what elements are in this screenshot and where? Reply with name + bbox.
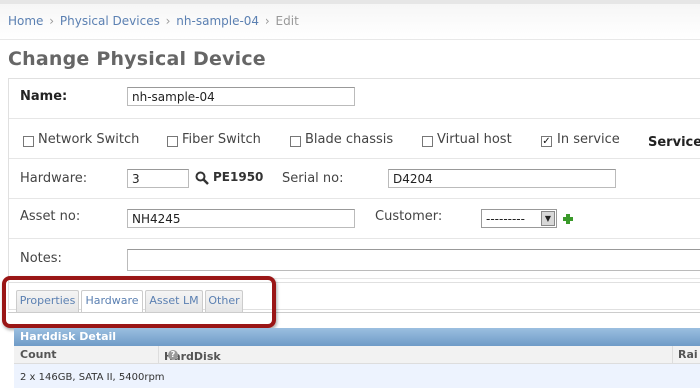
column-divider [158,346,159,364]
notes-label: Notes: [20,251,62,266]
service-label: Service [648,135,700,150]
fiber-switch-checkbox[interactable] [167,136,178,147]
breadcrumb-current: Edit [275,14,299,28]
breadcrumb-separator: › [165,14,171,28]
tabs-highlight-annotation [2,276,276,328]
asset-input[interactable]: NH4245 [127,209,355,228]
hardware-label: Hardware: [20,171,88,186]
breadcrumb-separator: › [49,14,55,28]
network-switch-checkbox[interactable] [23,136,34,147]
in-service-checkbox[interactable]: ✓ [541,136,552,147]
plus-icon[interactable] [563,214,573,224]
network-switch-label: Network Switch [38,132,140,147]
hardware-row: Hardware: 3 PE1950 Serial no: D4204 [9,159,700,199]
breadcrumb-object[interactable]: nh-sample-04 [176,14,259,28]
name-input[interactable]: nh-sample-04 [127,87,355,106]
customer-label: Customer: [375,209,443,224]
flags-row: Network Switch Fiber Switch Blade chassi… [9,119,700,159]
serial-input[interactable]: D4204 [388,169,616,188]
blade-chassis-label: Blade chassis [305,132,394,147]
virtual-host-label: Virtual host [437,132,512,147]
customer-select[interactable]: --------- ▼ [481,209,557,228]
column-divider [672,346,673,364]
hardware-input[interactable]: 3 [127,169,189,188]
name-label: Name: [20,89,68,104]
virtual-host-checkbox[interactable] [422,136,433,147]
notes-textarea[interactable] [127,249,700,271]
page-title: Change Physical Device [8,48,266,70]
hardware-lookup-text: PE1950 [213,170,264,184]
notes-row: Notes: [9,239,700,279]
breadcrumb: Home › Physical Devices › nh-sample-04 ›… [0,0,700,40]
in-service-label: In service [557,132,620,147]
blade-chassis-checkbox[interactable] [290,136,301,147]
help-icon: ? [168,350,178,360]
name-row: Name: nh-sample-04 [9,79,700,119]
serial-label: Serial no: [282,171,344,186]
breadcrumb-home[interactable]: Home [8,14,43,28]
harddisk-section-header: Harddisk Detail [14,328,700,346]
column-count[interactable]: Count [20,348,57,361]
harddisk-count-value: 2 x 146GB, SATA II, 5400rpm [20,372,165,383]
asset-label: Asset no: [20,209,81,224]
customer-select-value: --------- [486,212,525,226]
asset-row: Asset no: NH4245 Customer: --------- ▼ [9,199,700,239]
chevron-down-icon: ▼ [541,211,555,226]
table-row: 2 x 146GB, SATA II, 5400rpm [14,364,700,388]
harddisk-table-header: Count HardDisk? Rai [14,346,700,364]
breadcrumb-separator: › [264,14,270,28]
column-raid[interactable]: Rai [678,348,698,361]
fiber-switch-label: Fiber Switch [182,132,261,147]
search-icon[interactable] [195,171,209,185]
breadcrumb-physical-devices[interactable]: Physical Devices [60,14,160,28]
